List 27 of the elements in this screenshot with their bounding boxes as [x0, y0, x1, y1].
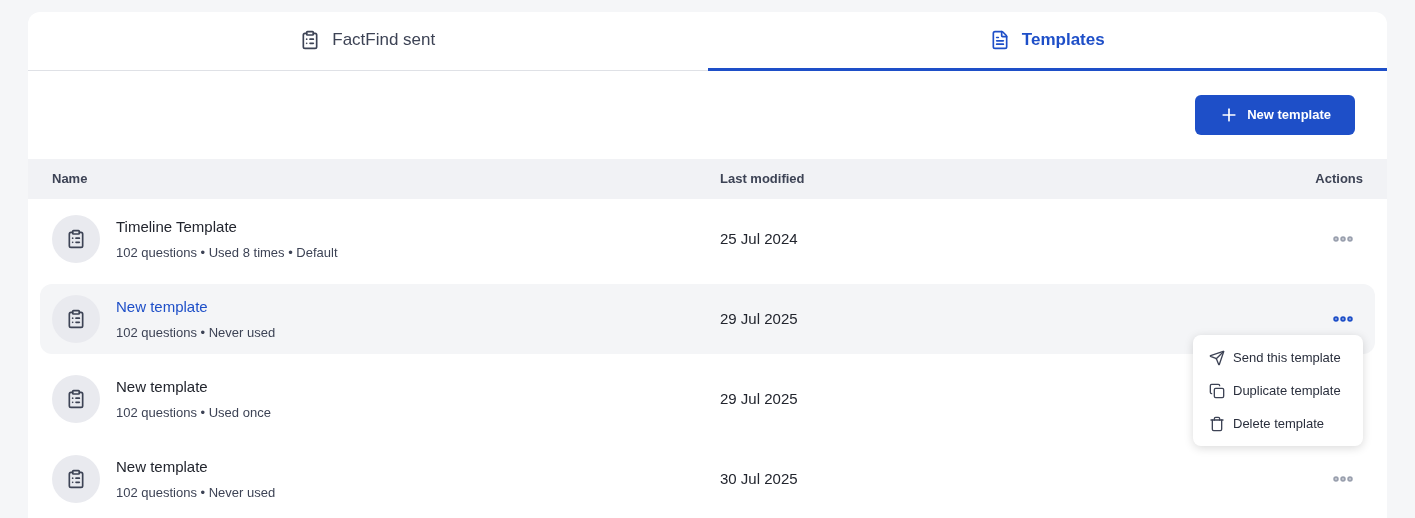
template-name[interactable]: New template — [116, 376, 720, 399]
clipboard-icon — [66, 229, 86, 249]
new-template-button[interactable]: New template — [1195, 95, 1355, 135]
column-header: Name — [52, 170, 89, 189]
template-name[interactable]: New template — [116, 296, 720, 319]
modified-date: 25 Jul 2024 — [720, 230, 798, 247]
menu-item[interactable]: Duplicate template — [1193, 374, 1363, 407]
clipboard-icon — [66, 309, 86, 329]
template-details: 102 questions • Never used — [116, 323, 277, 342]
tab[interactable]: FactFind sent — [28, 12, 708, 71]
modified-date: 29 Jul 2025 — [720, 390, 798, 407]
modified-date: 29 Jul 2025 — [720, 310, 798, 327]
tab[interactable]: Templates — [707, 12, 1387, 71]
column-header: Actions — [1315, 170, 1363, 189]
template-details: 102 questions • Never used — [116, 483, 277, 502]
trash-icon — [1209, 415, 1225, 432]
column-header: Last modified — [720, 170, 806, 189]
modified-date: 30 Jul 2025 — [720, 470, 798, 487]
clipboard-icon — [300, 30, 321, 50]
template-details: 102 questions • Used once — [116, 403, 272, 422]
clipboard-icon — [66, 469, 86, 489]
copy-icon — [1209, 382, 1225, 399]
send-icon — [1209, 349, 1225, 366]
template-details: 102 questions • Used 8 times • Default — [116, 243, 339, 262]
template-name[interactable]: Timeline Template — [116, 216, 720, 239]
clipboard-icon — [66, 389, 86, 409]
template-name[interactable]: New template — [116, 456, 720, 479]
